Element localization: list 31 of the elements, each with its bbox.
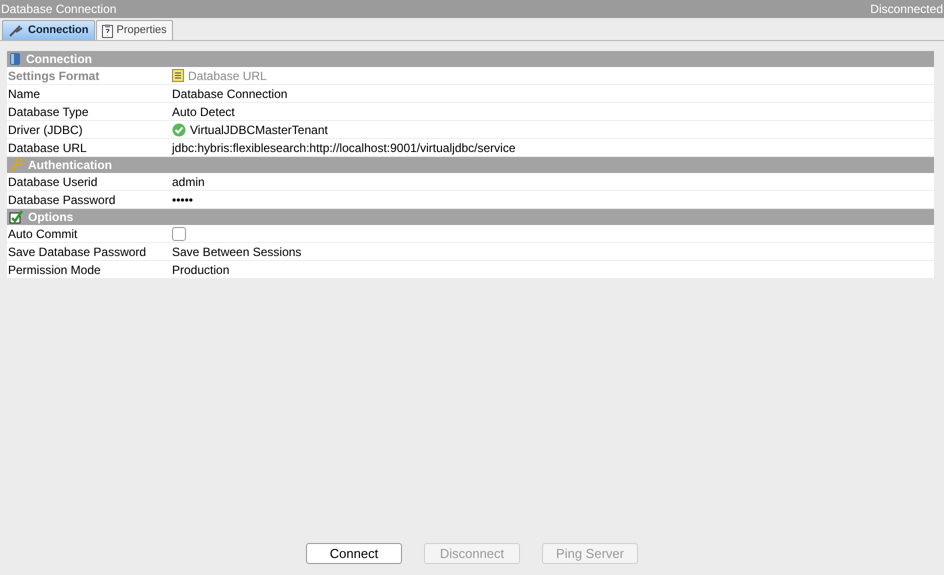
section-title: Authentication (28, 157, 112, 174)
action-button[interactable]: Connect (306, 543, 402, 564)
property-label: Driver (JDBC) (7, 122, 84, 138)
property-value: ••••• (172, 192, 194, 208)
settings-format-value: Database URL (188, 68, 267, 84)
connection-status: Disconnected (870, 1, 943, 18)
property-value: VirtualJDBCMasterTenant (190, 122, 328, 138)
tab[interactable]: Properties (96, 20, 173, 40)
property-label: Settings Format (7, 68, 100, 84)
document-icon (172, 69, 184, 82)
property-label: Database Password (7, 192, 116, 208)
key-icon (9, 158, 23, 172)
section-title: Connection (26, 51, 92, 68)
property-value: Database Connection (172, 86, 288, 102)
property-label: Name (7, 86, 42, 102)
property-label: Permission Mode (7, 262, 102, 278)
checkbox[interactable] (172, 226, 186, 240)
window-title: Database Connection (1, 1, 116, 18)
section-title: Options (28, 209, 74, 226)
property-value: Save Between Sessions (172, 244, 302, 260)
property-label: Save Database Password (7, 244, 148, 260)
property-label: Database Type (7, 104, 90, 120)
tab[interactable]: Connection (2, 20, 94, 40)
clipboard-icon (102, 24, 112, 38)
property-label: Database Userid (7, 174, 98, 190)
property-label: Auto Commit (7, 226, 78, 242)
property-value: admin (172, 174, 205, 190)
property-value: Production (172, 262, 230, 278)
property-value: Auto Detect (172, 104, 235, 120)
property-value: jdbc:hybris:flexiblesearch:http://localhost:9001/virtualjdbc/service (172, 140, 516, 156)
property-label: Database URL (7, 140, 88, 156)
